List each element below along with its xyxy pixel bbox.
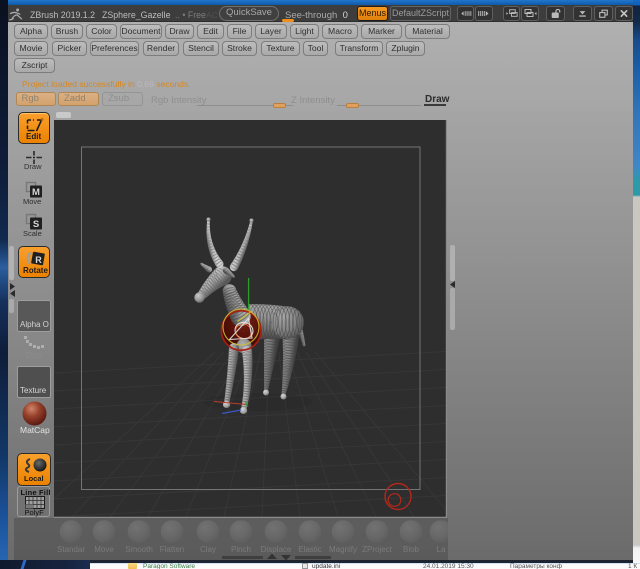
svg-text:R: R [35, 254, 42, 264]
